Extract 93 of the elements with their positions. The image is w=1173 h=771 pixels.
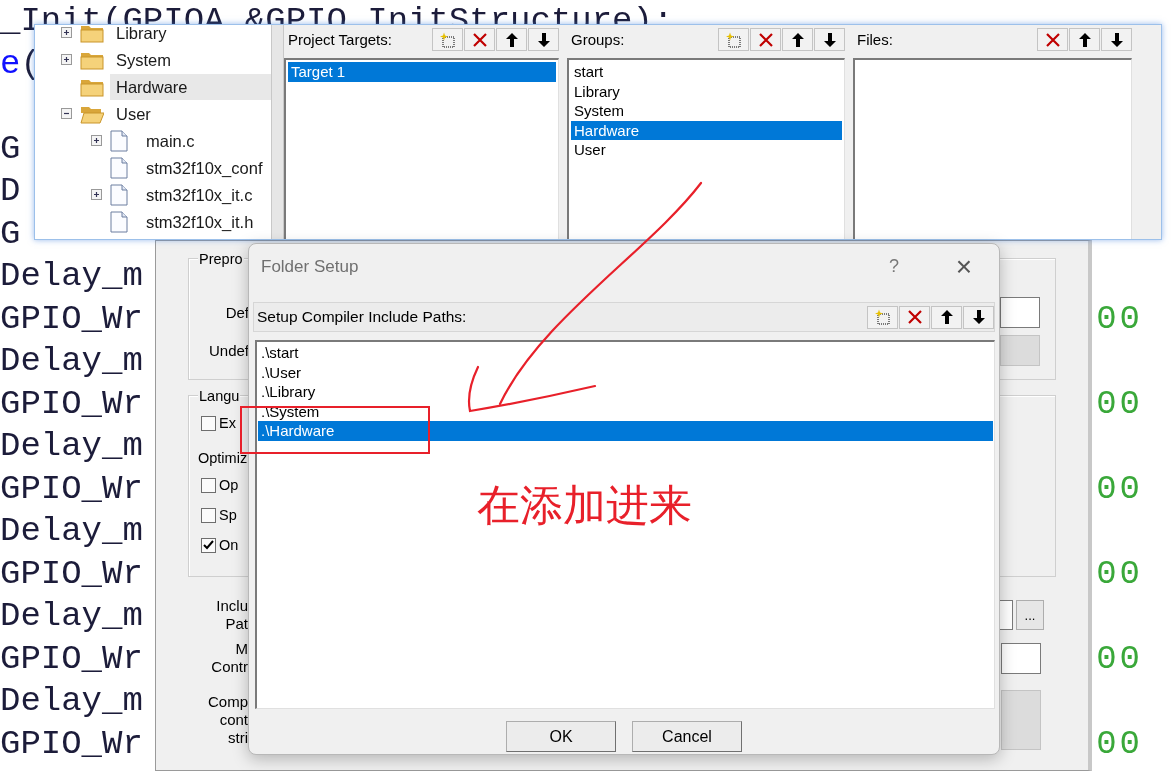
delete-icon <box>1044 31 1061 48</box>
tree-item[interactable]: User <box>110 100 157 127</box>
help-button[interactable]: ? <box>879 256 909 277</box>
code-line-text: G <box>0 215 21 252</box>
delete-button[interactable] <box>899 305 930 329</box>
collapse-icon[interactable] <box>61 108 72 119</box>
checkbox-label: Op <box>219 477 239 493</box>
tree-item[interactable]: stm32f10x_it.h <box>140 208 260 235</box>
code-number: 00 <box>1096 640 1143 677</box>
code-line-text: G <box>0 130 21 167</box>
checkbox-label: Sp <box>219 507 237 523</box>
section-label: Optimiz <box>198 449 249 468</box>
field-label: Contr <box>211 658 248 676</box>
field-label: Inclu <box>216 597 248 615</box>
ok-button[interactable]: OK <box>506 721 616 752</box>
text-field[interactable] <box>1000 297 1040 328</box>
delete-icon <box>906 309 923 325</box>
code-line-text: Delay_m <box>0 258 143 295</box>
tree-item[interactable]: System <box>110 46 177 73</box>
new-button[interactable] <box>718 28 749 51</box>
list-item[interactable]: start <box>571 62 842 82</box>
list-item[interactable]: Target 1 <box>288 62 556 82</box>
list-item[interactable]: User <box>571 140 842 160</box>
code-number: 00 <box>1096 555 1143 592</box>
delete-button[interactable] <box>750 28 781 51</box>
file-icon <box>110 129 128 152</box>
code-number: 00 <box>1096 385 1143 422</box>
list-item[interactable]: .\start <box>258 343 993 363</box>
code-line-text: Delay_m <box>0 428 143 465</box>
delete-button[interactable] <box>1037 28 1068 51</box>
list-item[interactable]: System <box>571 101 842 121</box>
expand-icon[interactable] <box>91 189 102 200</box>
down-button[interactable] <box>1101 28 1132 51</box>
code-line-text: GPIO_Wr <box>0 640 143 677</box>
code-number: 00 <box>1096 300 1143 337</box>
expand-icon[interactable] <box>91 135 102 146</box>
list-item[interactable]: .\Library <box>258 382 993 402</box>
field-label: Pat <box>225 615 248 633</box>
field-label: M <box>235 640 248 658</box>
checkbox[interactable] <box>201 537 216 553</box>
list-item[interactable]: Hardware <box>571 120 842 140</box>
new-item-icon <box>874 309 891 325</box>
file-icon <box>110 156 128 179</box>
code-number: 00 <box>1096 470 1143 507</box>
code-line-text: D <box>0 173 21 210</box>
code-line-text: GPIO_Wr <box>0 300 143 337</box>
checkbox-label: On <box>219 537 239 553</box>
browse-button[interactable]: ... <box>1016 600 1044 630</box>
checkbox[interactable] <box>201 507 216 523</box>
code-line-text: GPIO_Wr <box>0 555 143 592</box>
up-button[interactable] <box>782 28 813 51</box>
list-item[interactable]: .\User <box>258 362 993 382</box>
code-line-text: Delay_m <box>0 343 143 380</box>
panel-label: Files: <box>856 31 894 48</box>
code-number: 00 <box>1096 725 1143 762</box>
text-field[interactable] <box>1001 642 1041 674</box>
code-line-text: GPIO_Wr <box>0 385 143 422</box>
file-icon <box>110 183 128 206</box>
code-line-text: Delay_m <box>0 513 143 550</box>
new-item-icon <box>725 31 742 48</box>
field-label: Def <box>224 304 249 321</box>
new-button[interactable] <box>867 305 898 329</box>
field-label: stri <box>228 729 248 747</box>
expand-icon[interactable] <box>61 54 72 65</box>
file-icon <box>110 210 128 233</box>
code-line-text: Delay_m <box>0 683 143 720</box>
code-line-text: GPIO_Wr <box>0 470 143 507</box>
tree-item[interactable]: stm32f10x_it.c <box>140 181 259 208</box>
checkbox-label: Ex <box>219 415 236 431</box>
field-label: Undef <box>207 342 249 359</box>
annotation-text: 在添加进来 <box>477 480 692 530</box>
tree-item[interactable]: main.c <box>140 127 201 154</box>
up-button[interactable] <box>1069 28 1100 51</box>
list-item[interactable]: .\Hardware <box>258 421 993 441</box>
down-button[interactable] <box>814 28 845 51</box>
down-button[interactable] <box>963 305 994 329</box>
up-button[interactable] <box>931 305 962 329</box>
code-line-text: Delay_m <box>0 598 143 635</box>
checkbox[interactable] <box>201 477 216 493</box>
field-label: Comp <box>208 693 248 711</box>
checkbox[interactable] <box>201 415 216 431</box>
code-line-text: GPIO_Wr <box>0 725 143 762</box>
list-label: Setup Compiler Include Paths: <box>256 308 468 326</box>
tree-item[interactable]: Hardware <box>110 73 271 100</box>
list-item[interactable]: .\System <box>258 401 993 421</box>
cancel-button[interactable]: Cancel <box>632 721 742 752</box>
window-title: Folder Setup <box>261 256 360 277</box>
tree-item[interactable]: stm32f10x_conf <box>140 154 269 181</box>
close-button[interactable]: × <box>949 251 979 282</box>
code-line-text: e( <box>0 45 41 82</box>
delete-icon <box>757 31 774 48</box>
field-label: cont <box>219 711 248 729</box>
list-item[interactable]: Library <box>571 81 842 101</box>
